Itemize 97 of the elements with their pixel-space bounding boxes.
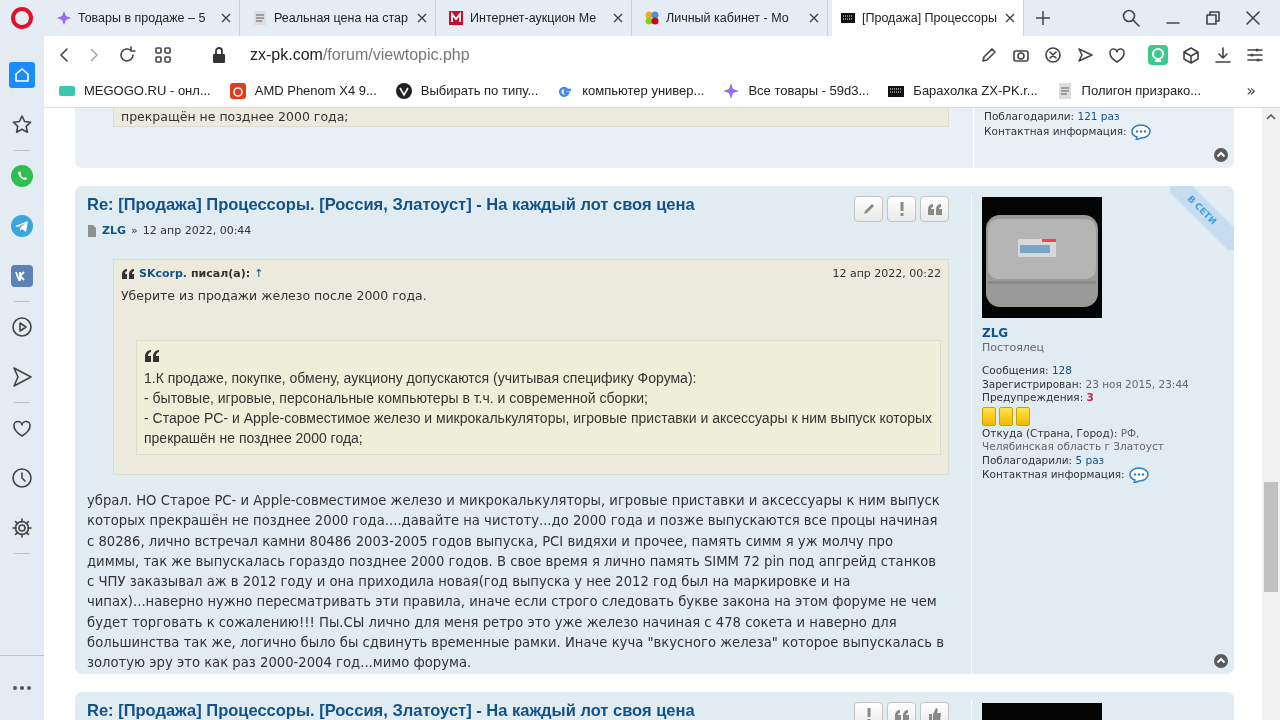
download-icon[interactable] bbox=[1214, 46, 1232, 64]
quote-wrote-label: писал(а): bbox=[191, 267, 251, 280]
bookmark-favicon-icon bbox=[228, 81, 247, 100]
post-title-link[interactable]: Re: [Продажа] Процессоры. [Россия, Златоуст] - На каждый лот своя цена bbox=[87, 699, 695, 720]
tab-favicon-icon bbox=[644, 10, 660, 26]
like-button[interactable] bbox=[920, 701, 949, 720]
scroll-up-icon[interactable] bbox=[1214, 653, 1228, 668]
profile-field: Откуда (Страна, Город): РФ, Челябинская область г Златоуст bbox=[982, 426, 1202, 454]
close-icon[interactable] bbox=[613, 13, 623, 23]
tab-favicon-icon bbox=[56, 10, 72, 26]
bookmark[interactable]: AMD Phenom X4 9... bbox=[228, 81, 377, 100]
sliders-icon[interactable] bbox=[1246, 46, 1264, 64]
tab-favicon-icon bbox=[252, 10, 268, 26]
field-label: Контактная информация: bbox=[982, 468, 1125, 480]
lock-icon bbox=[212, 47, 226, 63]
quote-icon bbox=[893, 708, 910, 720]
bookmark-favicon-icon bbox=[394, 81, 413, 100]
close-icon[interactable] bbox=[221, 13, 231, 23]
bookmark[interactable]: Выбирать по типу... bbox=[394, 81, 539, 100]
warning-card-icon bbox=[1016, 406, 1030, 426]
quote-text: прекращён не позднее 2000 года; bbox=[113, 108, 949, 127]
quote-line: - бытовые, игровые, персональные компьютеры в т.ч. и современной сборки; bbox=[144, 389, 649, 408]
send-icon[interactable] bbox=[1076, 46, 1094, 64]
heart-icon[interactable] bbox=[1108, 46, 1126, 64]
quote-line: - Старое PC- и Apple-совместимое железо и микрокалькуляторы, игровые приставки и аксессуары к ним выпуск которых прекрашён не позднее 2000 года; bbox=[144, 409, 933, 448]
profile-field: Предупреждения: 3 bbox=[982, 391, 1202, 405]
home-icon[interactable] bbox=[9, 62, 35, 88]
exclamation-icon bbox=[865, 707, 872, 720]
shield-icon[interactable] bbox=[1044, 46, 1062, 64]
quote-icon bbox=[144, 349, 160, 362]
tab-favicon-icon bbox=[840, 10, 856, 26]
profile-field: Зарегистрирован: 23 ноя 2015, 23:44 bbox=[982, 377, 1202, 391]
bookmark[interactable]: Барахолка ZX-PK.r... bbox=[887, 81, 1038, 100]
bookmark[interactable]: MEGOGO.RU - онл... bbox=[58, 81, 211, 100]
post-icon bbox=[87, 224, 97, 237]
search-icon[interactable] bbox=[1122, 9, 1140, 27]
quote-author-link[interactable]: SKcorp. bbox=[139, 267, 187, 280]
opera-logo-icon bbox=[11, 7, 33, 29]
exclamation-icon bbox=[898, 202, 905, 216]
jump-to-post-link[interactable]: ↑ bbox=[254, 267, 264, 280]
profile-field: Сообщения: 128 bbox=[982, 364, 1202, 378]
quote-button[interactable] bbox=[887, 701, 916, 720]
post-date: 12 апр 2022, 00:44 bbox=[142, 224, 252, 237]
back-icon[interactable] bbox=[58, 47, 70, 63]
more-bookmarks-button[interactable]: » bbox=[1246, 81, 1256, 100]
edit-button[interactable] bbox=[854, 196, 883, 222]
reload-icon[interactable] bbox=[118, 46, 136, 64]
close-icon[interactable] bbox=[809, 13, 819, 23]
quote-date: 12 апр 2022, 00:22 bbox=[832, 267, 941, 280]
chat-icon[interactable] bbox=[1130, 123, 1151, 140]
browser-tab[interactable]: [Продажа] Процессоры bbox=[832, 0, 1024, 36]
more-icon[interactable] bbox=[12, 685, 32, 691]
quote-button[interactable] bbox=[920, 196, 949, 222]
telegram-icon[interactable] bbox=[9, 213, 35, 239]
report-button[interactable] bbox=[887, 196, 916, 222]
quote-line: 1.К продаже, покупке, обмену, аукциону допускаются (учитывая специфику Форума): bbox=[144, 369, 698, 388]
chat-icon[interactable] bbox=[1128, 467, 1149, 483]
close-icon[interactable] bbox=[1005, 13, 1015, 23]
pencil-icon bbox=[861, 202, 876, 216]
date-separator: » bbox=[131, 224, 138, 237]
clock-icon[interactable] bbox=[9, 465, 35, 491]
report-button[interactable] bbox=[854, 701, 883, 720]
field-label: Контактная информация: bbox=[984, 124, 1127, 137]
address-field[interactable]: zx-pk.com/forum/viewtopic.php bbox=[250, 46, 470, 64]
username-link[interactable]: ZLG bbox=[982, 327, 1202, 341]
scrollbar-thumb[interactable] bbox=[1264, 482, 1278, 592]
vk-icon[interactable] bbox=[9, 263, 35, 289]
post-title-link[interactable]: Re: [Продажа] Процессоры. [Россия, Златоуст] - На каждый лот своя цена bbox=[87, 194, 695, 222]
user-rank: Постоялец bbox=[982, 340, 1046, 354]
warning-card-icon bbox=[982, 406, 996, 426]
cube-icon[interactable] bbox=[1182, 46, 1200, 64]
bookmark[interactable]: Все товары - 59d3... bbox=[722, 81, 870, 100]
warning-card-icon bbox=[999, 406, 1013, 426]
profile-field: Поблагодарили: 5 раз bbox=[982, 453, 1202, 467]
close-icon[interactable] bbox=[1246, 11, 1260, 25]
author-link[interactable]: ZLG bbox=[102, 224, 126, 237]
bookmark[interactable]: компьютер универ... bbox=[556, 81, 705, 100]
scroll-up-icon[interactable] bbox=[1214, 148, 1228, 162]
profile-link[interactable]: 121 раз bbox=[1077, 110, 1120, 122]
restore-icon[interactable] bbox=[1206, 11, 1220, 25]
bookmark-favicon-icon bbox=[722, 81, 741, 100]
grid-icon[interactable] bbox=[154, 46, 172, 64]
quote-icon bbox=[926, 203, 943, 215]
quote-text: Уберите из продажи железо после 2000 года. bbox=[121, 288, 428, 303]
post-text: убрал. НО Старое PC- и Apple-совместимое железо и микрокалькуляторы, игровые приставки и аксессуары к ним выпуск которых прекрашён не позднее 2000 года....давайте на чистоту...до 2000 года и позже выпускаются все процы начиная с 80286, лично встречал камни 80486 2003-2005 годов выпуска, PCI видяхи и прочее, память симм я уж молчу про диммы, так же выпускалась гораздо позднее 2000 годов. В свое время я лично память SIMM 72 pin под апгрейд станков с ЧПУ заказывал аж в 2012 году и она приходила новая(год выпуска у нее 2012 год был на маркировке и на чипах)...наверно нужно пересматривать эти правила, иначе если строго следовать букве закона на этом форуме не чем будет торговать к сожалению!!! Пы.СЫ лично для меня ретро это уже железо начиная с 478 сокета и наверно для большинства так же, логично было бы сдвинуть временные рамки. Иначе куча "вкусного железа" которое выпускалась в золотую эру это как раз 2000-2004 год...мимо форума. bbox=[87, 492, 946, 673]
thumbs-up-icon bbox=[927, 707, 942, 720]
play-icon[interactable] bbox=[9, 314, 35, 340]
quote-icon bbox=[121, 268, 135, 279]
profile-link[interactable]: 128 bbox=[1051, 364, 1072, 376]
settings-icon[interactable] bbox=[9, 515, 35, 541]
bookmark[interactable]: Полигон призрако... bbox=[1055, 81, 1202, 100]
close-icon[interactable] bbox=[417, 13, 427, 23]
tab-favicon-icon bbox=[448, 10, 464, 26]
edit-icon[interactable] bbox=[980, 46, 998, 64]
profile-field: Поблагодарили: 121 раз bbox=[984, 110, 1204, 124]
new-tab-icon[interactable] bbox=[1036, 11, 1050, 25]
profile-link[interactable]: 5 раз bbox=[1075, 453, 1105, 466]
